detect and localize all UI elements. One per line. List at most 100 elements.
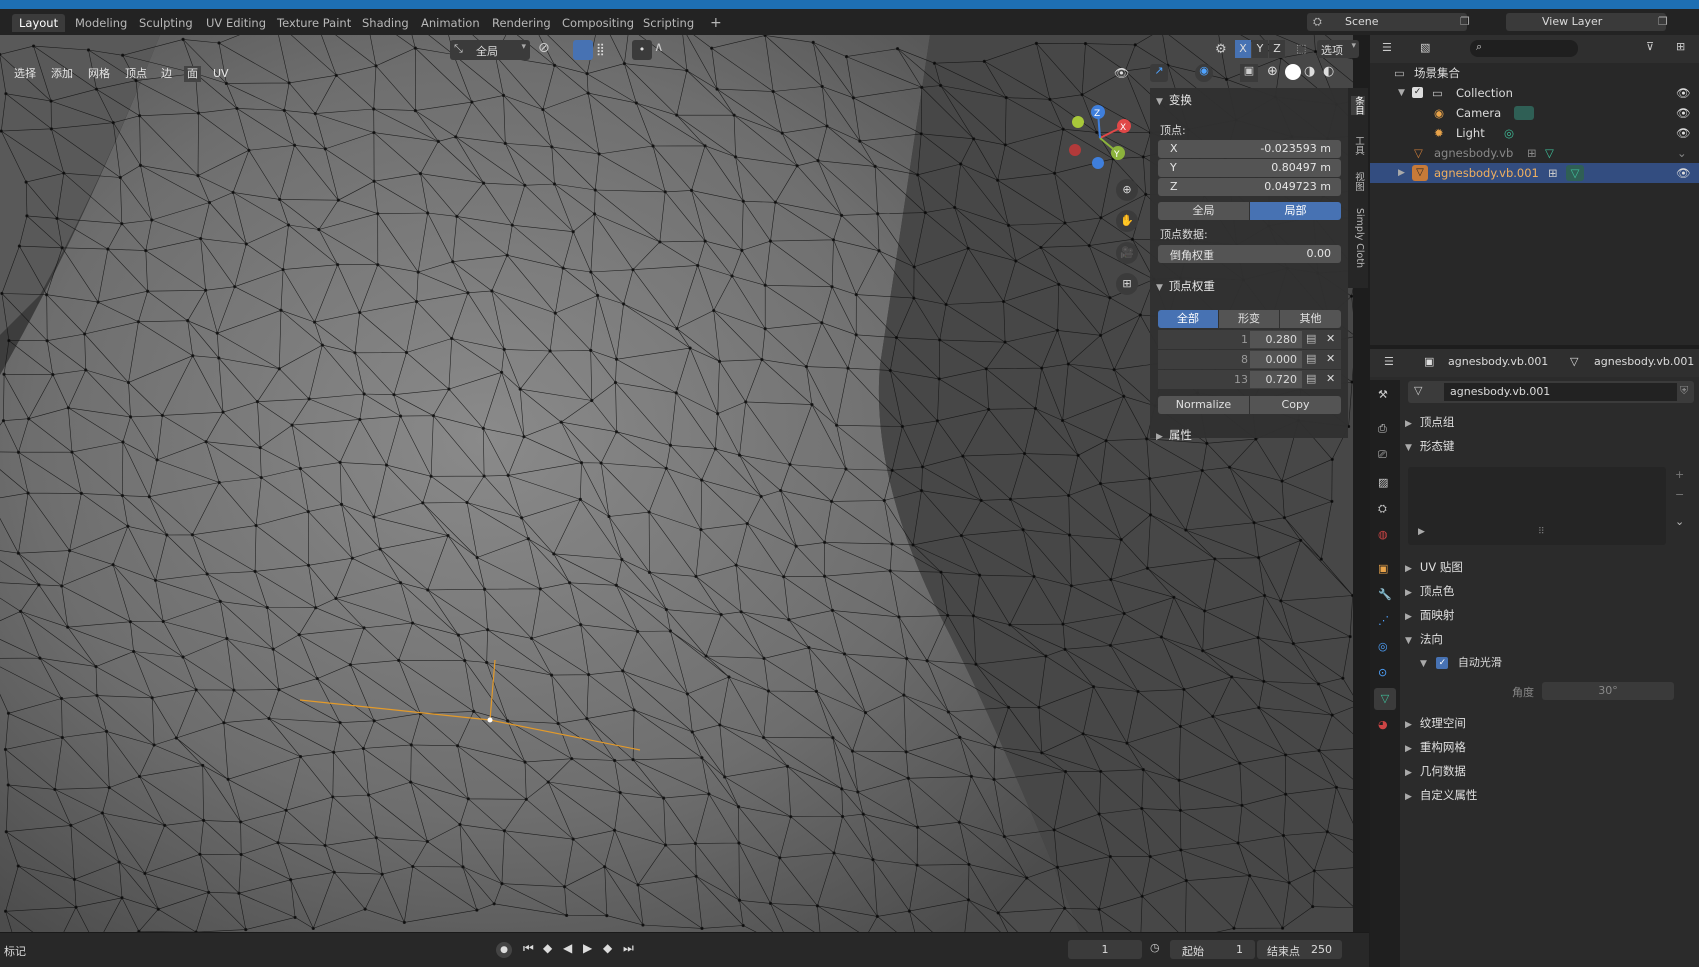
gizmo-toggle-icon[interactable]: ↗ <box>1150 64 1168 82</box>
paste-icon[interactable]: ▤ <box>1306 372 1316 385</box>
current-frame-field[interactable]: 1 <box>1068 940 1142 959</box>
tab-simply-cloth[interactable]: Simply Cloth <box>1351 208 1365 268</box>
material-tab-icon[interactable]: ◕ <box>1378 718 1388 731</box>
section-vertex-colors[interactable]: ▶ 顶点色 <box>1405 580 1695 602</box>
xray-icon[interactable]: ▣ <box>1240 64 1258 82</box>
weights-tab-deform[interactable]: 形变 <box>1219 310 1279 328</box>
stopwatch-icon[interactable]: ◷ <box>1150 941 1160 954</box>
remove-weight-icon[interactable]: ✕ <box>1326 352 1335 365</box>
snap-toggle-icon[interactable] <box>573 40 593 60</box>
particles-tab-icon[interactable]: ⋰ <box>1378 614 1389 627</box>
auto-smooth-row[interactable]: ▼ ✓ 自动光滑 <box>1420 652 1695 674</box>
copy-button[interactable]: Copy <box>1250 396 1341 414</box>
add-workspace-icon[interactable]: + <box>703 14 729 32</box>
outliner-row-scene-collection[interactable]: ▭ 场景集合 <box>1370 63 1699 83</box>
scene-selector[interactable]: Scene <box>1307 13 1467 31</box>
remove-shape-key-icon[interactable]: − <box>1675 488 1684 501</box>
vertex-z-field[interactable]: Z 0.049723 m <box>1158 178 1341 196</box>
menu-edge[interactable]: 边 <box>161 66 172 82</box>
weights-tab-other[interactable]: 其他 <box>1280 310 1341 328</box>
list-expand-icon[interactable]: ▶ <box>1418 527 1425 537</box>
bevel-weight-field[interactable]: 倒角权重 0.00 <box>1158 245 1341 263</box>
tab-texture-paint[interactable]: Texture Paint <box>270 14 358 32</box>
autosnap-icon[interactable]: ⬚ <box>1296 42 1306 55</box>
outliner-row-light[interactable]: ✹ Light ◎ 👁 <box>1370 123 1699 143</box>
eye-icon[interactable]: 👁 <box>1676 163 1691 183</box>
modifier-tab-icon[interactable]: 🔧 <box>1378 588 1392 601</box>
menu-uv[interactable]: UV <box>213 66 229 82</box>
checkbox-icon[interactable]: ✓ <box>1412 87 1423 98</box>
tab-scripting[interactable]: Scripting <box>636 14 701 32</box>
menu-mesh[interactable]: 网格 <box>88 66 110 82</box>
vertex-weights-header[interactable]: ▼ 顶点权重 <box>1156 278 1215 294</box>
view-layer-icon[interactable]: ▧ <box>1420 41 1430 54</box>
section-normals[interactable]: ▼ 法向 <box>1405 628 1695 650</box>
display-mode-icon[interactable]: ☰ <box>1382 41 1392 54</box>
pan-hand-icon[interactable]: ✋ <box>1116 210 1138 232</box>
eye-icon[interactable]: 👁 <box>1676 83 1691 103</box>
tool-tab-icon[interactable]: ⚒ <box>1378 388 1388 401</box>
overlay-toggle-icon[interactable]: ◉ <box>1195 64 1213 82</box>
add-shape-key-icon[interactable]: + <box>1675 468 1684 481</box>
visibility-icon[interactable]: 👁 <box>1114 66 1129 80</box>
axis-z-toggle[interactable]: Z <box>1269 40 1285 58</box>
proportional-edit-icon[interactable]: • <box>632 40 652 60</box>
section-custom-properties[interactable]: ▶ 自定义属性 <box>1405 784 1695 806</box>
output-tab-icon[interactable]: ⎚ <box>1378 448 1387 462</box>
menu-vertex[interactable]: 顶点 <box>125 66 147 82</box>
jump-end-icon[interactable]: ⏭ <box>623 941 634 956</box>
tab-sculpting[interactable]: Sculpting <box>132 14 200 32</box>
vertex-x-field[interactable]: X -0.023593 m <box>1158 140 1341 158</box>
rendered-shading-icon[interactable]: ◐ <box>1323 64 1334 79</box>
start-frame-field[interactable]: 起始 1 <box>1170 940 1255 959</box>
auto-smooth-checkbox[interactable]: ✓ <box>1436 657 1449 669</box>
outliner-row-collection[interactable]: ▼ ✓ ▭ Collection 👁 <box>1370 83 1699 103</box>
jump-start-icon[interactable]: ⏮ <box>523 941 534 956</box>
new-view-layer-icon[interactable]: ❐ <box>1658 15 1668 28</box>
section-vertex-groups[interactable]: ▶ 顶点组 <box>1405 411 1695 433</box>
marker-menu[interactable]: 标记 <box>4 943 26 959</box>
menu-face[interactable]: 面 <box>184 66 201 82</box>
tab-shading[interactable]: Shading <box>355 14 416 32</box>
outliner-row-agnesbody[interactable]: ▽ agnesbody.vb ⊞ ▽ ⌄ <box>1370 143 1699 163</box>
zoom-icon[interactable]: ⊕ <box>1116 179 1138 201</box>
scene-tab-icon[interactable]: ⛭ <box>1378 502 1387 516</box>
local-toggle-button[interactable]: 局部 <box>1250 202 1341 220</box>
mesh-data-name-field[interactable]: agnesbody.vb.001 <box>1444 383 1677 401</box>
tab-modeling[interactable]: Modeling <box>68 14 134 32</box>
normalize-button[interactable]: Normalize <box>1158 396 1249 414</box>
tab-tool[interactable]: 工具 <box>1351 136 1365 155</box>
render-tab-icon[interactable]: ⎙ <box>1378 422 1387 436</box>
tab-layout[interactable]: Layout <box>12 14 66 32</box>
transform-panel-header[interactable]: ▼ 变换 <box>1156 92 1192 108</box>
constraint-tab-icon[interactable]: ⊙ <box>1378 666 1387 679</box>
outliner-row-agnesbody-001[interactable]: ▶ ▽ agnesbody.vb.001 ⊞ ▽ 👁 <box>1370 163 1699 183</box>
play-icon[interactable]: ▶ <box>583 941 592 955</box>
end-frame-field[interactable]: 结束点 250 <box>1257 940 1342 959</box>
solid-shading-icon[interactable] <box>1285 64 1301 80</box>
axis-x-toggle[interactable]: X <box>1235 40 1251 58</box>
weight-value[interactable]: 0.720 <box>1250 371 1302 388</box>
prev-keyframe-icon[interactable]: ◆ <box>543 941 552 955</box>
filter-icon[interactable]: ⊽ <box>1646 40 1654 53</box>
new-scene-icon[interactable]: ❐ <box>1460 15 1470 28</box>
tab-rendering[interactable]: Rendering <box>485 14 558 32</box>
hidden-icon[interactable]: ⌄ <box>1677 143 1687 163</box>
outliner-search-input[interactable]: ⌕ <box>1470 40 1578 57</box>
menu-add[interactable]: 添加 <box>51 66 73 82</box>
section-geometry-data[interactable]: ▶ 几何数据 <box>1405 760 1695 782</box>
section-texture-space[interactable]: ▶ 纹理空间 <box>1405 712 1695 734</box>
mesh-data-selector[interactable]: ▽ agnesbody.vb.001 ⛨ <box>1408 381 1694 403</box>
resize-handle-icon[interactable]: ⠿ <box>1538 527 1545 537</box>
camera-view-icon[interactable]: 🎥 <box>1116 242 1138 264</box>
expand-arrow-icon[interactable]: ▶ <box>1398 163 1405 183</box>
mesh-data-tab-icon[interactable]: ▽ <box>1374 688 1396 710</box>
eye-icon[interactable]: 👁 <box>1676 123 1691 143</box>
tab-animation[interactable]: Animation <box>414 14 487 32</box>
orientation-dropdown[interactable]: ⤡ 全局 ▾ <box>450 40 530 60</box>
remove-weight-icon[interactable]: ✕ <box>1326 372 1335 385</box>
paste-icon[interactable]: ▤ <box>1306 332 1316 345</box>
tab-item[interactable]: 条目 <box>1351 96 1365 115</box>
play-reverse-icon[interactable]: ◀ <box>563 941 572 955</box>
world-tab-icon[interactable]: ◍ <box>1378 528 1388 541</box>
